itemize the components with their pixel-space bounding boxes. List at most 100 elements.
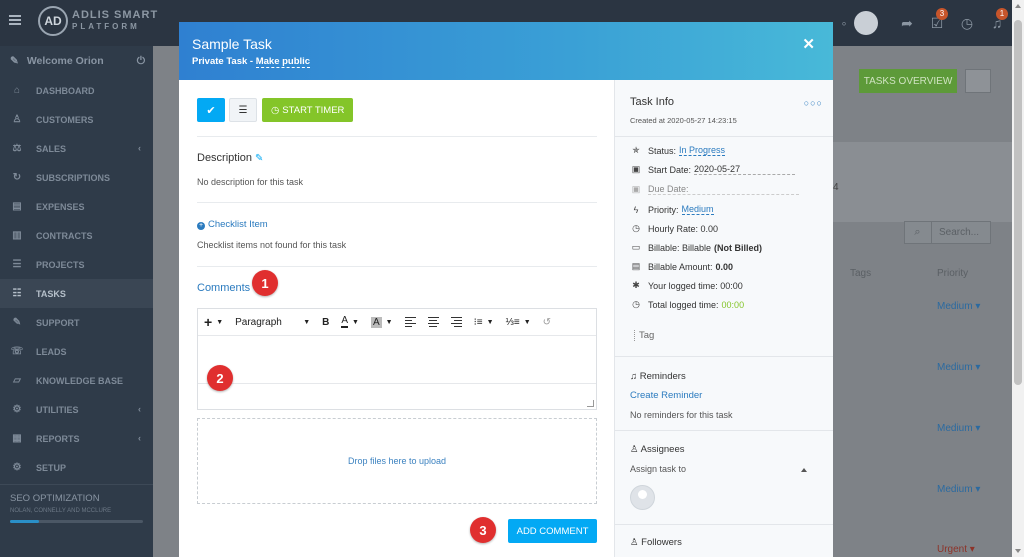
priority-dropdown[interactable]: Medium ▾ xyxy=(937,301,980,312)
align-right-icon[interactable] xyxy=(450,315,462,329)
tasks-check-icon[interactable]: ☑ 3 xyxy=(922,0,952,46)
create-reminder-link[interactable]: Create Reminder xyxy=(630,390,702,401)
tty-icon: ☏ xyxy=(10,346,24,357)
bullet-list-icon[interactable]: ⁝≡ ▼ xyxy=(474,317,494,328)
sidebar-item-expenses[interactable]: ▤ EXPENSES xyxy=(0,192,153,221)
share-icon[interactable]: ➦ xyxy=(892,0,922,46)
sidebar-item-label: SETUP xyxy=(36,462,67,473)
mark-complete-button[interactable]: ✔ xyxy=(197,98,225,122)
ticket-icon: ✎ xyxy=(12,317,22,328)
assignees-title: ♙ Assignees xyxy=(630,444,685,455)
welcome-user[interactable]: ✎ Welcome Orion ⏻ xyxy=(0,46,153,76)
background-color-icon[interactable]: A ▼ xyxy=(370,316,393,328)
caret-up-icon[interactable] xyxy=(801,468,807,472)
bolt-icon: ϟ xyxy=(633,204,639,215)
user-icon: ♙ xyxy=(12,114,22,125)
clock-icon[interactable]: ◷ xyxy=(952,0,982,46)
logo[interactable]: AD ADLIS SMART PLATFORM xyxy=(38,6,158,36)
page-scrollbar[interactable] xyxy=(1012,0,1024,557)
sidebar-item-label: EXPENSES xyxy=(36,201,85,212)
add-comment-button[interactable]: ADD COMMENT xyxy=(508,519,597,543)
logo-text-line2: PLATFORM xyxy=(72,22,140,31)
priority-value[interactable]: Medium xyxy=(681,204,714,215)
due-date-row[interactable]: ▣ Due Date: xyxy=(630,184,799,195)
scroll-up-arrow[interactable] xyxy=(1015,4,1021,8)
search-icon[interactable]: ◦ xyxy=(834,0,854,46)
checklist-button[interactable]: ☰ xyxy=(229,98,257,122)
created-at: Created at 2020-05-27 14:23:15 xyxy=(630,116,737,125)
align-left-icon[interactable] xyxy=(404,315,416,329)
no-reminders-text: No reminders for this task xyxy=(630,410,733,420)
annotation-marker-2: 2 xyxy=(207,365,233,391)
plus-circle-icon: + xyxy=(197,222,205,230)
filter-icon[interactable] xyxy=(965,69,991,93)
make-public-link[interactable]: Make public xyxy=(255,56,311,68)
priority-dropdown[interactable]: Medium ▾ xyxy=(937,484,980,495)
reminders-title: ♫ Reminders xyxy=(630,371,686,382)
sidebar-item-customers[interactable]: ♙ CUSTOMERS xyxy=(0,105,153,134)
power-icon[interactable]: ⏻ xyxy=(137,55,145,68)
start-date-value[interactable]: 2020-05-27 xyxy=(694,164,796,175)
sidebar-item-setup[interactable]: ⚙ SETUP xyxy=(0,453,153,482)
undo-icon[interactable]: ↺ xyxy=(543,317,551,328)
align-center-icon[interactable] xyxy=(427,315,439,329)
priority-dropdown[interactable]: Urgent ▾ xyxy=(937,544,975,555)
bold-icon[interactable]: B xyxy=(322,317,329,328)
logo-text-line1: ADLIS SMART xyxy=(72,9,159,21)
assignee-avatar[interactable] xyxy=(630,485,655,510)
divider xyxy=(615,430,833,431)
sidebar-item-utilities[interactable]: ⚙ UTILITIES ‹ xyxy=(0,395,153,424)
comment-text-area[interactable] xyxy=(198,336,596,384)
file-dropzone[interactable]: Drop files here to upload xyxy=(197,418,597,504)
total-logged-time-row: ◷ Total logged time: 00:00 xyxy=(630,299,744,310)
sidebar-item-dashboard[interactable]: ⌂ DASHBOARD xyxy=(0,76,153,105)
sidebar-item-leads[interactable]: ☏ LEADS xyxy=(0,337,153,366)
priority-dropdown[interactable]: Medium ▾ xyxy=(937,362,980,373)
credit-card-icon: ▭ xyxy=(631,242,641,252)
chart-icon: ▦ xyxy=(12,433,22,444)
sidebar-project-progress[interactable]: SEO OPTIMIZATION NOLAN, CONNELLY AND MCC… xyxy=(0,484,153,544)
column-header-tags[interactable]: Tags xyxy=(850,268,871,279)
sidebar-item-support[interactable]: ✎ SUPPORT xyxy=(0,308,153,337)
edit-icon[interactable]: ✎ xyxy=(255,153,263,164)
user-avatar[interactable] xyxy=(854,11,878,35)
sidebar-item-subscriptions[interactable]: ↻ SUBSCRIPTIONS xyxy=(0,163,153,192)
chevron-left-icon: ‹ xyxy=(138,143,141,153)
numbered-list-icon[interactable]: ⅓≡ ▼ xyxy=(506,317,531,328)
priority-dropdown[interactable]: Medium ▾ xyxy=(937,423,980,434)
assign-task-select[interactable]: Assign task to xyxy=(630,464,686,474)
status-value[interactable]: In Progress xyxy=(679,145,726,156)
task-modal: Sample Task Private Task - Make public ✕… xyxy=(179,22,833,557)
insert-menu[interactable]: + ▼ xyxy=(204,314,223,330)
add-checklist-item-link[interactable]: + Checklist Item xyxy=(197,219,268,230)
billable-row: ▭ Billable: Billable (Not Billed) xyxy=(631,242,763,253)
sidebar-item-projects[interactable]: ☰ PROJECTS xyxy=(0,250,153,279)
hamburger-menu-icon[interactable] xyxy=(9,15,21,25)
sidebar-item-label: CONTRACTS xyxy=(36,230,93,241)
wrench-icon: ✎ xyxy=(10,55,19,67)
sidebar-item-knowledge-base[interactable]: ▱ KNOWLEDGE BASE xyxy=(0,366,153,395)
search-icon: ⌕ xyxy=(904,221,932,244)
more-options-icon[interactable]: ○○○ xyxy=(804,98,823,108)
close-icon[interactable]: ✕ xyxy=(802,35,815,53)
sidebar-item-contracts[interactable]: ▥ CONTRACTS xyxy=(0,221,153,250)
divider xyxy=(615,136,833,137)
bell-icon[interactable]: ♫ 1 xyxy=(982,0,1012,46)
file-text-icon: ▤ xyxy=(631,261,641,271)
paragraph-format-select[interactable]: Paragraph ▼ xyxy=(235,317,310,328)
text-color-icon[interactable]: A ▼ xyxy=(341,316,359,328)
tasks-overview-button[interactable]: TASKS OVERVIEW xyxy=(859,69,957,93)
sidebar-item-sales[interactable]: ⚖ SALES ‹ xyxy=(0,134,153,163)
sidebar-item-tasks[interactable]: ☷ TASKS xyxy=(0,279,153,308)
project-progress-bar xyxy=(10,520,143,523)
scroll-down-arrow[interactable] xyxy=(1015,549,1021,553)
start-timer-button[interactable]: ◷ START TIMER xyxy=(262,98,354,122)
your-logged-time-row: ✱ Your logged time: 00:00 xyxy=(630,280,743,291)
scrollbar-thumb[interactable] xyxy=(1014,20,1022,385)
resize-handle[interactable] xyxy=(587,400,594,407)
sidebar-item-reports[interactable]: ▦ REPORTS ‹ xyxy=(0,424,153,453)
comments-title: Comments xyxy=(197,282,251,294)
tag-input[interactable]: Tag xyxy=(634,330,654,341)
column-header-priority[interactable]: Priority xyxy=(937,268,968,279)
divider xyxy=(197,266,597,267)
